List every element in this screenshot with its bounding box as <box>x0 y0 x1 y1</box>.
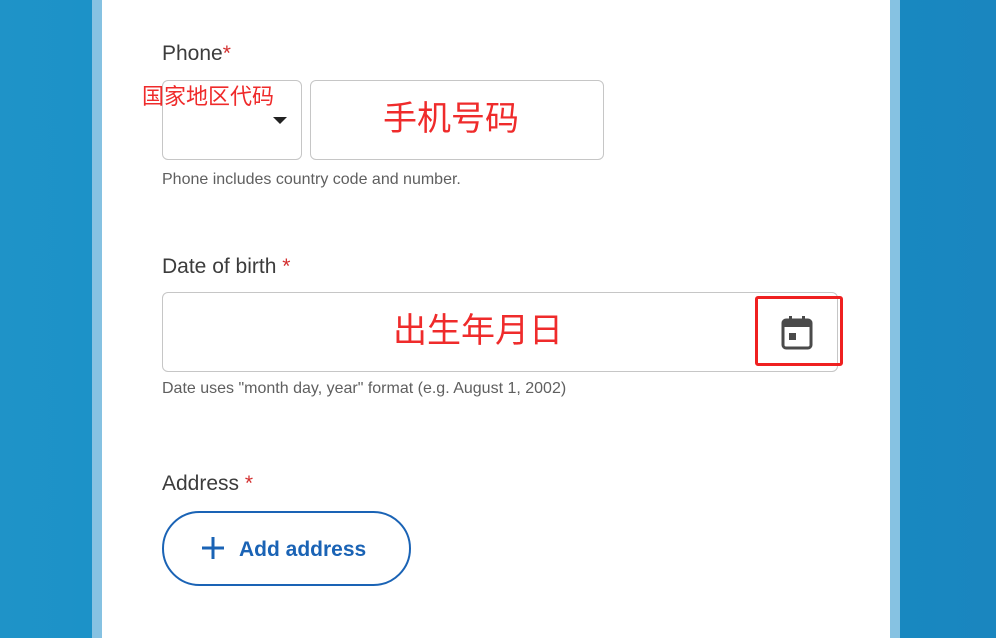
add-address-button[interactable]: Add address <box>162 511 411 586</box>
dob-annotation: 出生年月日 <box>393 312 563 350</box>
plus-icon <box>202 537 224 559</box>
caret-down-icon <box>273 117 287 124</box>
add-address-label: Add address <box>239 538 367 561</box>
background-edge-left <box>92 0 102 638</box>
address-label-text: Address <box>162 472 240 495</box>
dob-label-text: Date of birth <box>162 255 277 278</box>
phone-label-text: Phone <box>162 42 223 65</box>
phone-required-mark: * <box>222 42 231 65</box>
phone-hint: Phone includes country code and number. <box>162 171 461 188</box>
address-required-mark: * <box>244 472 254 495</box>
country-code-annotation: 国家地区代码 <box>142 84 275 109</box>
calendar-icon[interactable] <box>781 316 813 350</box>
background-edge-right <box>890 0 900 638</box>
address-label: Address * <box>162 472 253 496</box>
dob-hint: Date uses "month day, year" format (e.g.… <box>162 380 567 397</box>
dob-required-mark: * <box>282 255 291 278</box>
dob-label: Date of birth * <box>162 255 290 279</box>
phone-number-annotation: 手机号码 <box>383 100 519 138</box>
phone-label: Phone* <box>162 42 231 66</box>
